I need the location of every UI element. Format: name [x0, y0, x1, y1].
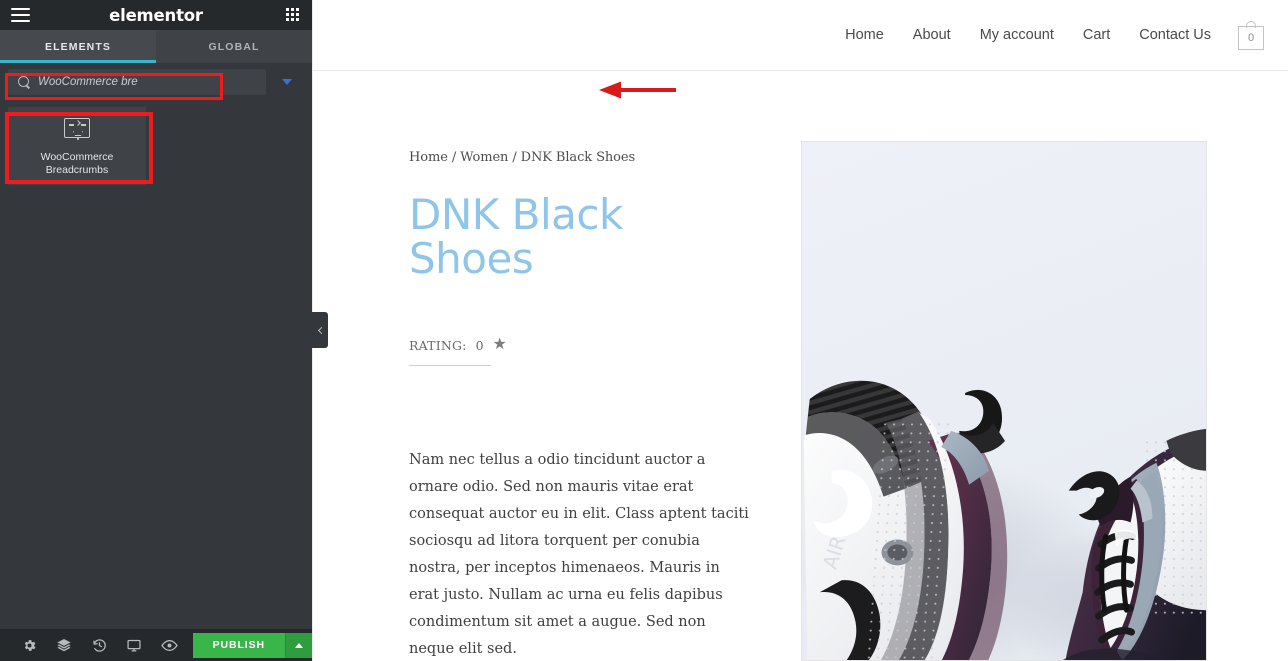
nav-item-contact-us[interactable]: Contact Us [1139, 27, 1211, 43]
search-input[interactable] [38, 76, 256, 88]
preview-eye-icon[interactable] [152, 629, 187, 661]
nav-item-home[interactable]: Home [845, 27, 884, 43]
woocommerce-breadcrumbs-icon [62, 116, 92, 142]
annotation-arrow-icon [599, 81, 676, 99]
nav-item-about[interactable]: About [913, 27, 951, 43]
settings-gear-icon[interactable] [12, 629, 47, 661]
product-description: Nam nec tellus a odio tincidunt auctor a… [409, 452, 749, 658]
tab-elements[interactable]: ELEMENTS [0, 30, 156, 63]
panel-collapse-handle[interactable] [312, 312, 328, 348]
rating-label: RATING: [409, 337, 467, 353]
star-icon: ★ [492, 336, 507, 354]
chevron-up-icon[interactable] [285, 632, 312, 658]
cart-count: 0 [1247, 31, 1255, 44]
elementor-editor: elementor ELEMENTS GLOBAL WooCommerce br… [0, 0, 1288, 661]
site-header: Home About My account Cart Contact Us 0 [313, 0, 1288, 71]
elementor-panel: elementor ELEMENTS GLOBAL WooCommerce br… [0, 0, 312, 661]
publish-group: PUBLISH [192, 632, 312, 658]
page-title: DNK Black Shoes [409, 190, 623, 284]
history-icon[interactable] [82, 629, 117, 661]
search-icon [18, 76, 30, 88]
publish-button[interactable]: PUBLISH [192, 632, 285, 658]
widget-list: WooCommerce Breadcrumbs [0, 101, 312, 629]
rating-value: 0 [475, 337, 484, 353]
breadcrumb[interactable]: Home / Women / DNK Black Shoes [409, 150, 754, 165]
preview-canvas: Home About My account Cart Contact Us 0 … [312, 0, 1288, 661]
product-image-sneakers: AIR [802, 142, 1206, 660]
panel-header: elementor [0, 0, 312, 30]
site-nav: Home About My account Cart Contact Us [845, 27, 1211, 43]
navigator-layers-icon[interactable] [47, 629, 82, 661]
search-box[interactable] [8, 69, 266, 95]
rating-row: RATING: 0 ★ [409, 337, 507, 367]
widget-search-area [0, 63, 312, 101]
grid-icon[interactable] [286, 7, 301, 23]
product-details: Home / Women / DNK Black Shoes DNK Black… [409, 150, 754, 661]
hamburger-icon[interactable] [11, 8, 30, 22]
shopping-bag-icon[interactable]: 0 [1238, 20, 1264, 50]
elementor-logo: elementor [109, 5, 203, 25]
responsive-monitor-icon[interactable] [117, 629, 152, 661]
chevron-down-icon[interactable] [282, 79, 292, 85]
product-image: AIR [801, 141, 1207, 661]
chevron-left-icon [317, 326, 325, 334]
tab-global[interactable]: GLOBAL [156, 30, 312, 63]
widget-woocommerce-breadcrumbs[interactable]: WooCommerce Breadcrumbs [8, 107, 146, 185]
panel-footer: PUBLISH [0, 629, 312, 661]
widget-label: WooCommerce Breadcrumbs [40, 150, 114, 176]
product-section: Home / Women / DNK Black Shoes DNK Black… [313, 71, 1288, 661]
nav-item-cart[interactable]: Cart [1083, 27, 1110, 43]
panel-tabs: ELEMENTS GLOBAL [0, 30, 312, 63]
nav-item-my-account[interactable]: My account [980, 27, 1054, 43]
